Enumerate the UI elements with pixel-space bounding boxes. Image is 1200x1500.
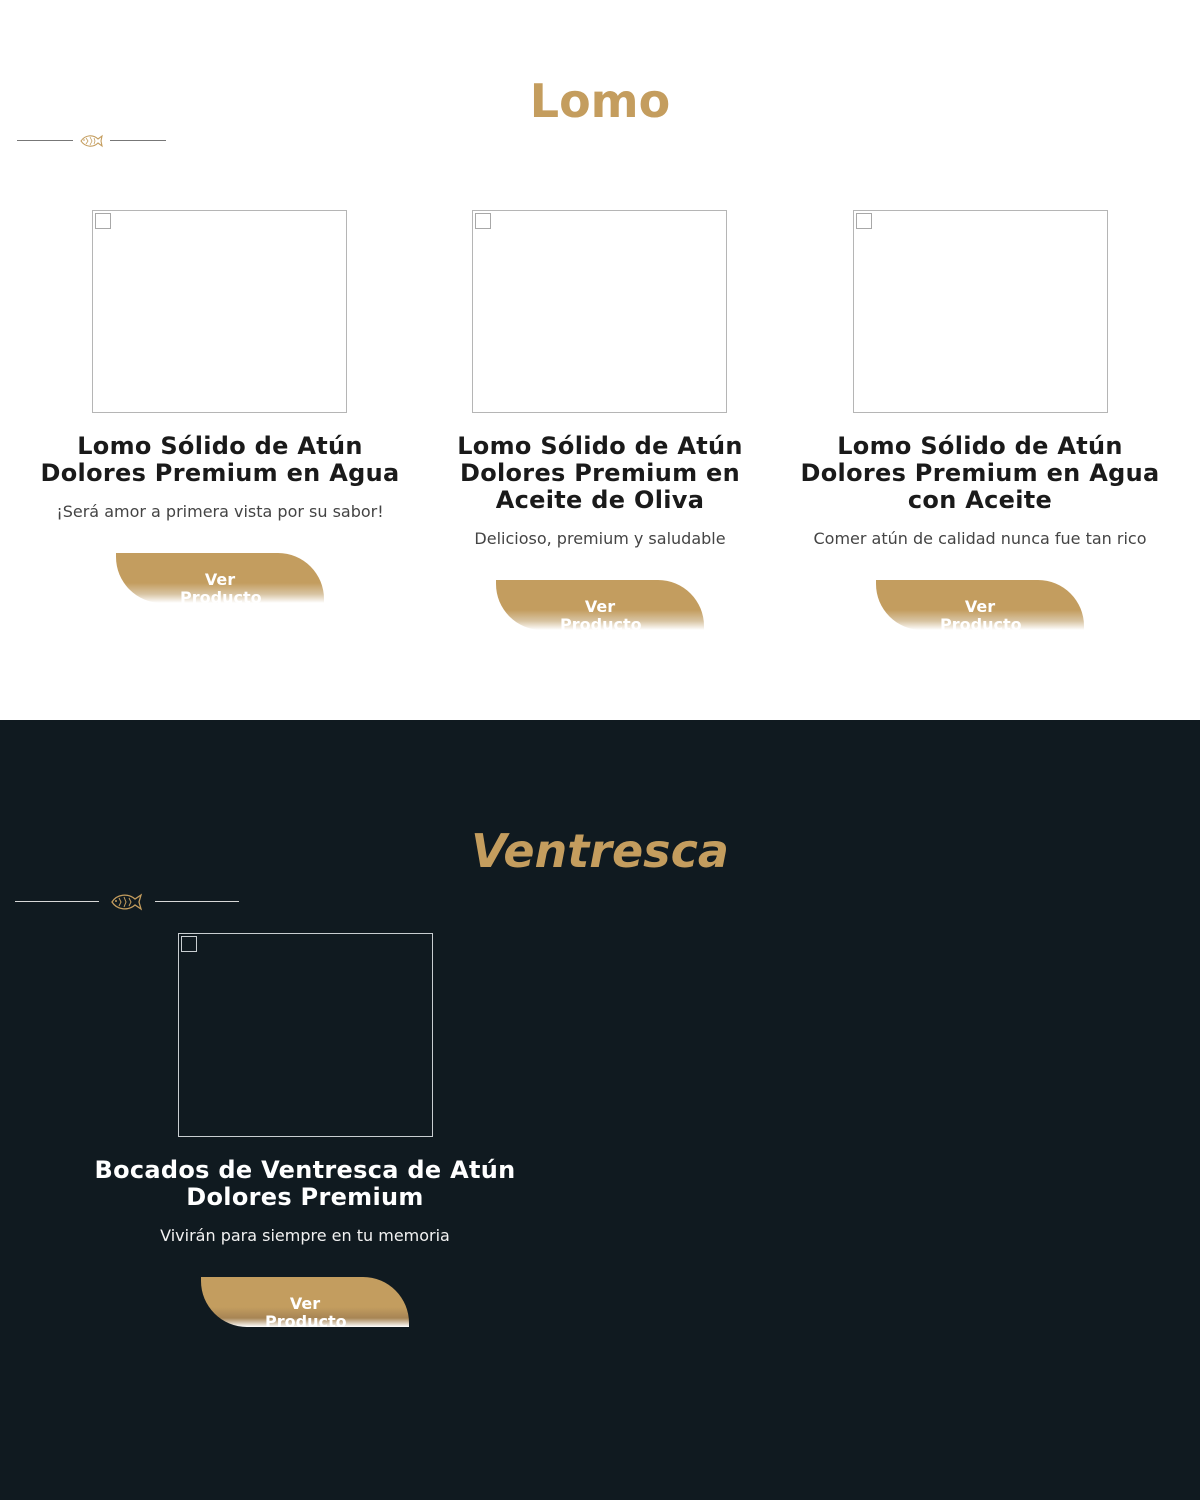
- broken-image-icon: [856, 213, 872, 229]
- ver-producto-button[interactable]: Ver Producto: [201, 1277, 409, 1327]
- divider-line: [155, 901, 239, 902]
- product-title: Lomo Sólido de Atún Dolores Premium en A…: [457, 432, 743, 514]
- product-description: Comer atún de calidad nunca fue tan rico: [813, 529, 1147, 548]
- product-description: ¡Será amor a primera vista por su sabor!: [56, 502, 384, 521]
- product-image[interactable]: [472, 210, 727, 413]
- broken-image-icon: [475, 213, 491, 229]
- product-card: Lomo Sólido de Atún Dolores Premium en A…: [40, 208, 400, 628]
- divider-line: [17, 140, 73, 141]
- product-card: Bocados de Ventresca de Atún Dolores Pre…: [55, 932, 555, 1342]
- section-divider: [15, 889, 240, 915]
- divider-line: [15, 901, 99, 902]
- product-image[interactable]: [92, 210, 347, 413]
- ventresca-section: Ventresca Bocados de Ventresca de Atún D…: [0, 720, 1200, 1500]
- lomo-section: Lomo Lomo Sólido de Atún Dolores Premium…: [0, 0, 1200, 720]
- product-title: Bocados de Ventresca de Atún Dolores Pre…: [94, 1156, 516, 1211]
- section-title: Ventresca: [471, 824, 729, 878]
- ver-producto-button[interactable]: Ver Producto: [876, 580, 1084, 630]
- divider-line: [110, 140, 166, 141]
- section-divider: [17, 130, 167, 152]
- product-description: Delicioso, premium y saludable: [474, 529, 726, 548]
- product-description: Vivirán para siempre en tu memoria: [160, 1226, 450, 1245]
- product-card: Lomo Sólido de Atún Dolores Premium en A…: [420, 208, 780, 630]
- ver-producto-button[interactable]: Ver Producto: [116, 553, 324, 603]
- product-image[interactable]: [178, 933, 433, 1137]
- product-image[interactable]: [853, 210, 1108, 413]
- broken-image-icon: [181, 936, 197, 952]
- fish-icon: [80, 134, 103, 148]
- section-title: Lomo: [529, 74, 671, 128]
- fish-icon: [111, 893, 143, 911]
- product-title: Lomo Sólido de Atún Dolores Premium en A…: [40, 432, 400, 487]
- broken-image-icon: [95, 213, 111, 229]
- ver-producto-button[interactable]: Ver Producto: [496, 580, 704, 630]
- product-card: Lomo Sólido de Atún Dolores Premium en A…: [800, 208, 1160, 630]
- product-title: Lomo Sólido de Atún Dolores Premium en A…: [800, 432, 1160, 514]
